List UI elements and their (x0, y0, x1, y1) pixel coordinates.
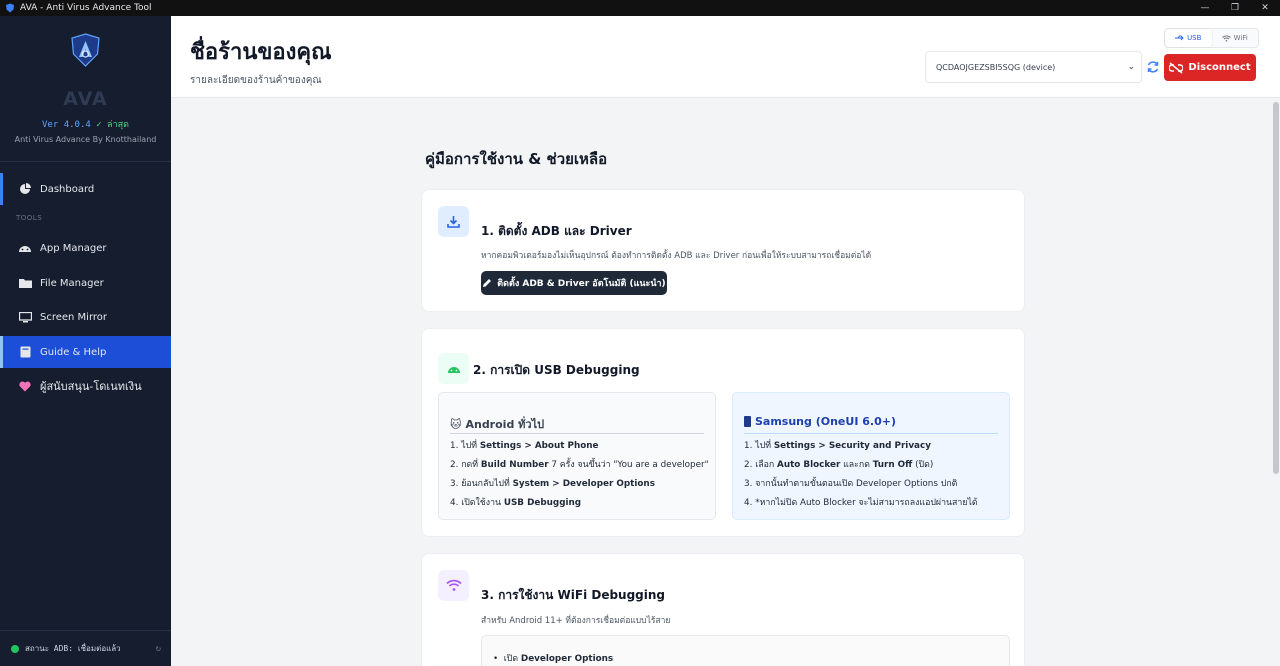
heart-icon (18, 379, 32, 393)
section-description: หากคอมพิวเตอร์มองไม่เห็นอุปกรณ์ ต้องทำกา… (481, 251, 872, 261)
version-status: ✓ ล่าสุด (96, 120, 129, 130)
list-item: 1. ไปที่ Settings > About Phone (450, 441, 599, 451)
sidebar: AVA Ver 4.0.4 ✓ ล่าสุด Anti Virus Advanc… (0, 16, 171, 666)
list-item: 2. เลือก Auto Blocker และกด Turn Off (ปิ… (744, 460, 934, 470)
page-subtitle: รายละเอียดของร้านค้าของคุณ (190, 75, 322, 86)
wifi-icon (438, 570, 469, 601)
version-number: Ver 4.0.4 (42, 120, 91, 130)
list-item: 4. *หากไม่ปิด Auto Blocker จะไม่สามารถลง… (744, 498, 978, 508)
android-box-title-text: Android ทั่วไป (465, 418, 545, 431)
wifi-mode-label: WiFi (1233, 34, 1248, 42)
samsung-box: Samsung (OneUI 6.0+) 1. ไปที่ Settings >… (732, 392, 1010, 520)
android-general-box: 🐱 Android ทั่วไป 1. ไปที่ Settings > Abo… (438, 392, 716, 520)
usb-icon (1175, 35, 1184, 41)
close-button[interactable]: ✕ (1250, 0, 1280, 16)
android-robot-icon: 🐱 (450, 417, 462, 431)
phone-icon (744, 416, 751, 427)
scrollbar-thumb[interactable] (1273, 102, 1279, 474)
list-item: • เปิด Developer Options (493, 654, 614, 664)
install-adb-card: 1. ติดตั้ง ADB และ Driver หากคอมพิวเตอร์… (421, 189, 1025, 312)
sidebar-item-screen-mirror[interactable]: Screen Mirror (0, 301, 171, 333)
guide-title: คู่มือการใช้งาน & ช่วยเหลือ (425, 150, 608, 168)
list-item: 1. ไปที่ Settings > Security and Privacy (744, 441, 931, 451)
sidebar-item-label: ผู้สนับสนุน-โดเนทเงิน (40, 380, 142, 393)
sidebar-item-label: Screen Mirror (40, 311, 108, 323)
usb-debugging-card: 2. การเปิด USB Debugging 🐱 Android ทั่วไ… (421, 328, 1025, 537)
monitor-icon (18, 310, 32, 324)
adb-status-text: สถานะ ADB: เชื่อมต่อแล้ว (25, 644, 121, 653)
list-item: 2. กดที่ Build Number 7 ครั้ง จนขึ้นว่า … (450, 460, 709, 470)
divider (744, 433, 998, 434)
status-ok-icon (11, 644, 19, 653)
refresh-status-icon[interactable]: ↻ (156, 644, 161, 654)
disconnect-button[interactable]: Disconnect (1164, 54, 1256, 81)
usb-mode-label: USB (1187, 34, 1202, 42)
unlink-icon (1169, 61, 1184, 74)
minimize-button[interactable]: — (1190, 0, 1220, 16)
main-scrollbar[interactable] (1272, 98, 1280, 666)
window-title: AVA - Anti Virus Advance Tool (20, 3, 152, 13)
page-header: ชื่อร้านของคุณ รายละเอียดของร้านค้าของคุ… (171, 16, 1280, 98)
list-item: 3. จากนั้นทำตามขั้นตอนเปิด Developer Opt… (744, 479, 958, 489)
samsung-steps-list: 1. ไปที่ Settings > Security and Privacy… (744, 440, 978, 516)
samsung-box-title: Samsung (OneUI 6.0+) (744, 415, 896, 428)
device-select[interactable]: QCDAOJGEZSBI5SQG (device) ⌄ (925, 51, 1142, 83)
list-item: 3. ย้อนกลับไปที่ System > Developer Opti… (450, 479, 655, 489)
list-item: 4. เปิดใช้งาน USB Debugging (450, 498, 582, 508)
folder-icon (18, 276, 32, 290)
samsung-box-title-text: Samsung (OneUI 6.0+) (755, 415, 896, 428)
android-icon (438, 353, 469, 384)
wifi-debugging-card: 3. การใช้งาน WiFi Debugging สำหรับ Andro… (421, 553, 1025, 666)
pie-chart-icon (18, 182, 32, 196)
android-icon (18, 241, 32, 255)
section-title: 3. การใช้งาน WiFi Debugging (481, 588, 666, 602)
refresh-devices-icon[interactable] (1146, 60, 1160, 74)
sidebar-item-app-manager[interactable]: App Manager (0, 232, 171, 264)
divider (450, 433, 704, 434)
disconnect-label: Disconnect (1188, 62, 1251, 73)
window-titlebar: AVA - Anti Virus Advance Tool — ❐ ✕ (0, 0, 1280, 16)
sidebar-item-guide-help[interactable]: Guide & Help (0, 336, 171, 368)
download-icon (438, 206, 469, 237)
tools-section-label: TOOLS (16, 214, 43, 222)
shield-logo-icon (71, 33, 100, 67)
version-label: Ver 4.0.4 ✓ ล่าสุด (0, 117, 171, 131)
maximize-button[interactable]: ❐ (1220, 0, 1250, 16)
wifi-steps-box: • เปิด Developer Options (481, 635, 1010, 666)
book-icon (18, 345, 32, 359)
usb-mode-button[interactable]: USB (1165, 29, 1212, 47)
chevron-down-icon: ⌄ (1127, 62, 1135, 72)
wifi-mode-button[interactable]: WiFi (1212, 29, 1259, 47)
section-title: 2. การเปิด USB Debugging (473, 363, 640, 377)
sidebar-item-file-manager[interactable]: File Manager (0, 267, 171, 299)
brand-block: AVA Ver 4.0.4 ✓ ล่าสุด Anti Virus Advanc… (0, 16, 171, 162)
section-description: สำหรับ Android 11+ ที่ต้องการเชื่อมต่อแบ… (481, 616, 671, 626)
sidebar-item-label: Dashboard (40, 183, 95, 195)
adb-status-bar: สถานะ ADB: เชื่อมต่อแล้ว ↻ (0, 630, 171, 666)
sidebar-item-label: File Manager (40, 277, 104, 289)
sidebar-item-label: App Manager (40, 242, 107, 254)
sidebar-item-label: Guide & Help (40, 346, 107, 358)
sidebar-item-support-donate[interactable]: ผู้สนับสนุน-โดเนทเงิน (0, 370, 171, 402)
connection-mode-toggle: USB WiFi (1164, 28, 1259, 48)
sidebar-item-dashboard[interactable]: Dashboard (0, 173, 171, 205)
app-shield-icon (6, 3, 14, 13)
page-title: ชื่อร้านของคุณ (190, 40, 332, 65)
pencil-icon (483, 279, 492, 287)
brand-name: AVA (63, 88, 108, 110)
android-box-title: 🐱 Android ทั่วไป (450, 415, 544, 433)
install-adb-driver-button[interactable]: ติดตั้ง ADB & Driver อัตโนมัติ (แนะนำ) (481, 271, 667, 295)
wifi-icon (1221, 35, 1231, 42)
install-button-label: ติดตั้ง ADB & Driver อัตโนมัติ (แนะนำ) (497, 279, 666, 289)
device-select-value: QCDAOJGEZSBI5SQG (device) (936, 62, 1056, 72)
brand-byline: Anti Virus Advance By Knotthailand (14, 135, 157, 144)
android-steps-list: 1. ไปที่ Settings > About Phone 2. กดที่… (450, 440, 709, 516)
section-title: 1. ติดตั้ง ADB และ Driver (481, 224, 632, 238)
